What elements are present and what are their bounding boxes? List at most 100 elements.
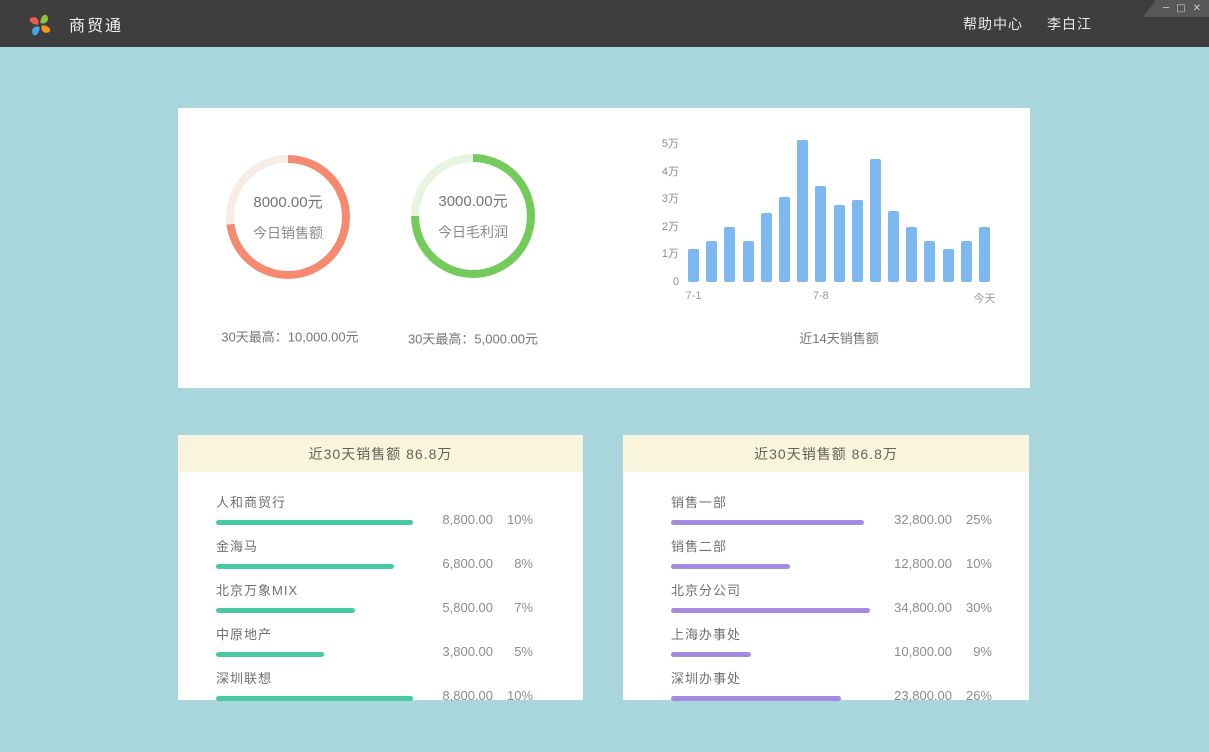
- sales-bar: [943, 249, 954, 282]
- list-item: 北京分公司 34,800.0030%: [671, 580, 992, 613]
- app-title: 商贸通: [69, 12, 123, 36]
- department-name: 销售二部: [671, 536, 992, 555]
- sales-bar: [924, 241, 935, 282]
- customer-amount: 3,800.00: [442, 644, 493, 659]
- today-sales-value: 8000.00元: [253, 191, 322, 212]
- department-percent: 26%: [952, 688, 992, 703]
- close-icon[interactable]: ✕: [1193, 4, 1201, 14]
- department-amount: 12,800.00: [894, 556, 952, 571]
- customer-amount: 8,800.00: [442, 512, 493, 527]
- customer-percent: 5%: [493, 644, 533, 659]
- department-amount: 23,800.00: [894, 688, 952, 703]
- sales-bar: [815, 186, 826, 282]
- y-axis-tick: 4万: [643, 163, 679, 179]
- department-percent: 30%: [952, 600, 992, 615]
- y-axis-tick: 5万: [643, 135, 679, 151]
- maximize-icon[interactable]: □: [1176, 4, 1185, 14]
- sales-bar: [779, 197, 790, 282]
- minimize-icon[interactable]: ─: [1163, 4, 1169, 14]
- today-sales-donut: 8000.00元 今日销售额: [226, 155, 350, 279]
- progress-bar: [671, 696, 841, 701]
- customer-name: 深圳联想: [216, 668, 533, 687]
- customer-percent: 10%: [493, 512, 533, 527]
- sales-bar: [870, 159, 881, 282]
- progress-bar: [671, 608, 870, 613]
- titlebar: 商贸通 帮助中心 李白江 ─ □ ✕: [0, 0, 1209, 47]
- department-ranking-card: 近30天销售额 86.8万 销售一部 32,800.0025% 销售二部 12,…: [623, 435, 1029, 700]
- list-item: 中原地产 3,800.005%: [216, 624, 533, 657]
- sales-bar: [979, 227, 990, 282]
- progress-bar: [671, 564, 790, 569]
- sales-bar: [724, 227, 735, 282]
- customer-ranking-rows: 人和商贸行 8,800.0010% 金海马 6,800.008% 北京万象MIX…: [178, 472, 583, 701]
- department-amount: 32,800.00: [894, 512, 952, 527]
- x-axis-label: 7-1: [686, 290, 702, 302]
- progress-bar: [216, 564, 394, 569]
- customer-name: 中原地产: [216, 624, 533, 643]
- department-amount: 10,800.00: [894, 644, 952, 659]
- today-summary-card: 8000.00元 今日销售额 30天最高：10,000.00元 3000.00元…: [178, 108, 1030, 388]
- window-controls: ─ □ ✕: [1143, 0, 1209, 17]
- customer-percent: 7%: [493, 600, 533, 615]
- list-item: 销售一部 32,800.0025%: [671, 492, 992, 525]
- department-ranking-header: 近30天销售额 86.8万: [623, 435, 1029, 472]
- sales-bar: [906, 227, 917, 282]
- sales-bar: [888, 211, 899, 282]
- chart-caption: 近14天销售额: [688, 328, 990, 347]
- username-menu[interactable]: 李白江: [1047, 14, 1092, 34]
- today-sales-label: 今日销售额: [253, 223, 323, 243]
- customer-amount: 8,800.00: [442, 688, 493, 703]
- progress-bar: [216, 608, 355, 613]
- y-axis-tick: 2万: [643, 218, 679, 234]
- customer-ranking-header: 近30天销售额 86.8万: [178, 435, 583, 472]
- sales-bar: [688, 249, 699, 282]
- y-axis-tick: 1万: [643, 245, 679, 261]
- sales-bar: [961, 241, 972, 282]
- help-center-link[interactable]: 帮助中心: [963, 14, 1023, 34]
- list-item: 深圳联想 8,800.0010%: [216, 668, 533, 701]
- sales-bar: [743, 241, 754, 282]
- list-item: 人和商贸行 8,800.0010%: [216, 492, 533, 525]
- list-item: 上海办事处 10,800.009%: [671, 624, 992, 657]
- sales-bar: [761, 213, 772, 282]
- list-item: 深圳办事处 23,800.0026%: [671, 668, 992, 701]
- today-profit-value: 3000.00元: [438, 190, 507, 211]
- sales-bar: [706, 241, 717, 282]
- progress-bar: [216, 520, 413, 525]
- list-item: 金海马 6,800.008%: [216, 536, 533, 569]
- customer-percent: 8%: [493, 556, 533, 571]
- sales-bar: [852, 200, 863, 282]
- customer-ranking-card: 近30天销售额 86.8万 人和商贸行 8,800.0010% 金海马 6,80…: [178, 435, 583, 700]
- app-logo-pinwheel-icon: [24, 8, 56, 40]
- department-amount: 34,800.00: [894, 600, 952, 615]
- department-name: 销售一部: [671, 492, 992, 511]
- department-percent: 25%: [952, 512, 992, 527]
- sales-bar: [797, 140, 808, 282]
- progress-bar: [671, 652, 751, 657]
- department-name: 上海办事处: [671, 624, 992, 643]
- customer-name: 人和商贸行: [216, 492, 533, 511]
- today-profit-donut: 3000.00元 今日毛利润: [411, 154, 535, 278]
- department-percent: 9%: [952, 644, 992, 659]
- list-item: 销售二部 12,800.0010%: [671, 536, 992, 569]
- profit-30d-max: 30天最高：5,000.00元: [353, 329, 593, 348]
- sales-14d-chart: 0 1万 2万 3万 4万 5万 7-1 7-8 今天 近14天销售额: [643, 130, 1013, 347]
- y-axis: 0 1万 2万 3万 4万 5万: [643, 130, 683, 282]
- department-name: 深圳办事处: [671, 668, 992, 687]
- x-axis-label: 7-8: [813, 290, 829, 302]
- y-axis-tick: 0: [643, 276, 679, 288]
- progress-bar: [216, 696, 413, 701]
- x-axis-label: 今天: [974, 290, 996, 306]
- progress-bar: [671, 520, 864, 525]
- y-axis-tick: 3万: [643, 190, 679, 206]
- sales-bar: [834, 205, 845, 282]
- list-item: 北京万象MIX 5,800.007%: [216, 580, 533, 613]
- customer-name: 北京万象MIX: [216, 580, 533, 599]
- progress-bar: [216, 652, 324, 657]
- department-percent: 10%: [952, 556, 992, 571]
- customer-percent: 10%: [493, 688, 533, 703]
- x-axis-labels: 7-17-8今天: [688, 282, 990, 304]
- department-name: 北京分公司: [671, 580, 992, 599]
- customer-amount: 5,800.00: [442, 600, 493, 615]
- department-ranking-rows: 销售一部 32,800.0025% 销售二部 12,800.0010% 北京分公…: [623, 472, 1029, 701]
